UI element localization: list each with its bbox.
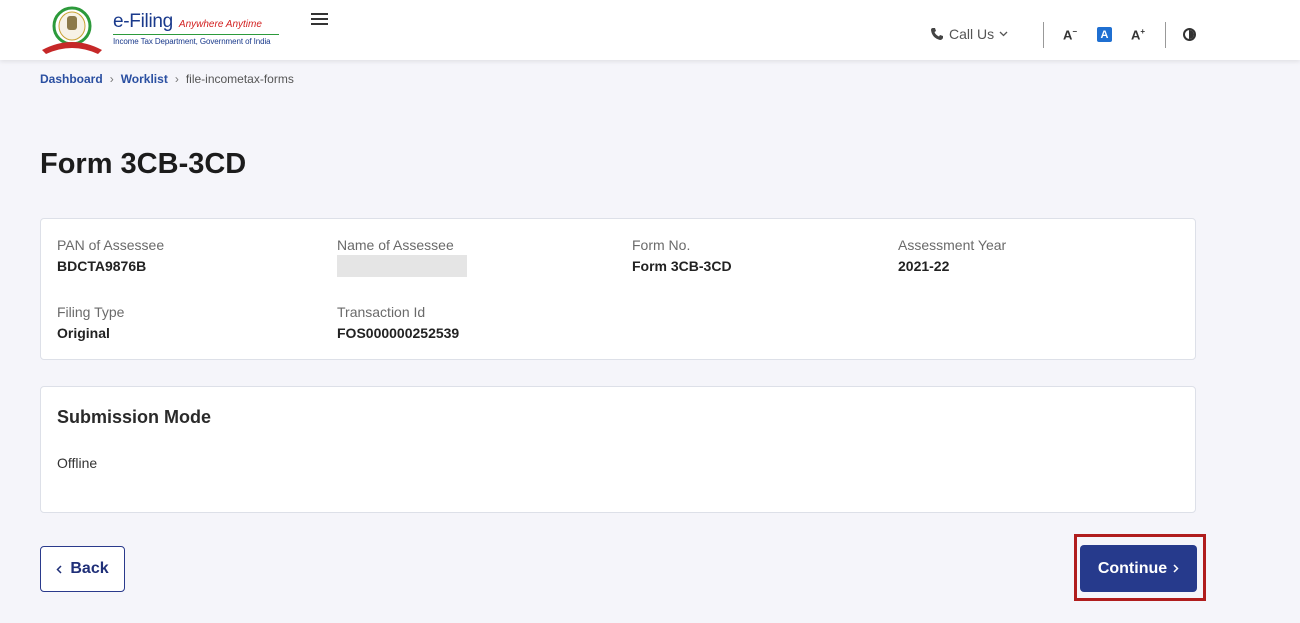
chevron-right-icon <box>1173 564 1179 573</box>
breadcrumb: Dashboard › Worklist › file-incometax-fo… <box>40 72 294 86</box>
assessee-info-card: PAN of Assessee BDCTA9876B Name of Asses… <box>40 218 1196 360</box>
submission-mode-card: Submission Mode Offline <box>40 386 1196 513</box>
filing-type-label: Filing Type <box>57 304 125 320</box>
chevron-down-icon <box>999 31 1008 37</box>
page-title: Form 3CB-3CD <box>40 148 247 180</box>
back-button[interactable]: Back <box>40 546 125 592</box>
logo-subtitle: Income Tax Department, Government of Ind… <box>113 37 271 46</box>
logo-text[interactable]: e-Filing Anywhere Anytime Income Tax Dep… <box>113 11 279 46</box>
form-no-label: Form No. <box>632 237 691 253</box>
continue-label: Continue <box>1097 559 1168 577</box>
divider <box>1165 22 1166 48</box>
submission-mode-title: Submission Mode <box>57 407 212 427</box>
transaction-id-value: FOS000000252539 <box>337 325 460 341</box>
submission-mode-value: Offline <box>57 455 98 471</box>
form-no-field: Form No. Form 3CB-3CD <box>632 237 732 274</box>
logo-tagline: Anywhere Anytime <box>178 19 262 30</box>
pan-field: PAN of Assessee BDCTA9876B <box>57 237 164 274</box>
top-header: e-Filing Anywhere Anytime Income Tax Dep… <box>0 0 1300 60</box>
font-decrease-button[interactable]: A− <box>1063 27 1077 42</box>
breadcrumb-current: file-incometax-forms <box>185 72 294 86</box>
chevron-left-icon <box>56 564 62 574</box>
pan-label: PAN of Assessee <box>57 237 165 253</box>
back-label: Back <box>70 560 109 577</box>
breadcrumb-dashboard[interactable]: Dashboard <box>40 72 103 86</box>
call-us-label: Call Us <box>949 26 995 42</box>
pan-value: BDCTA9876B <box>57 258 147 274</box>
name-label: Name of Assessee <box>337 237 454 253</box>
assessment-year-value: 2021-22 <box>898 258 950 274</box>
filing-type-field: Filing Type Original <box>57 304 124 341</box>
name-value-redacted <box>337 255 467 277</box>
assessment-year-field: Assessment Year 2021-22 <box>898 237 1006 274</box>
call-us-dropdown[interactable]: Call Us <box>930 26 1008 42</box>
transaction-id-label: Transaction Id <box>337 304 426 320</box>
name-field: Name of Assessee <box>337 237 467 277</box>
breadcrumb-worklist[interactable]: Worklist <box>121 72 168 86</box>
contrast-toggle-icon[interactable] <box>1183 28 1196 41</box>
logo-title: e-Filing <box>113 11 173 32</box>
assessment-year-label: Assessment Year <box>898 237 1007 253</box>
divider <box>1043 22 1044 48</box>
phone-icon <box>931 28 943 40</box>
font-default-button[interactable]: A <box>1097 27 1112 42</box>
transaction-id-field: Transaction Id FOS000000252539 <box>337 304 459 341</box>
filing-type-value: Original <box>57 325 110 341</box>
continue-button[interactable]: Continue <box>1080 545 1197 592</box>
font-increase-button[interactable]: A+ <box>1131 27 1145 42</box>
emblem-logo-icon[interactable] <box>40 6 104 56</box>
breadcrumb-separator: › <box>174 72 179 86</box>
breadcrumb-separator: › <box>109 72 114 86</box>
form-no-value: Form 3CB-3CD <box>632 258 732 274</box>
hamburger-menu-icon[interactable] <box>311 13 328 27</box>
